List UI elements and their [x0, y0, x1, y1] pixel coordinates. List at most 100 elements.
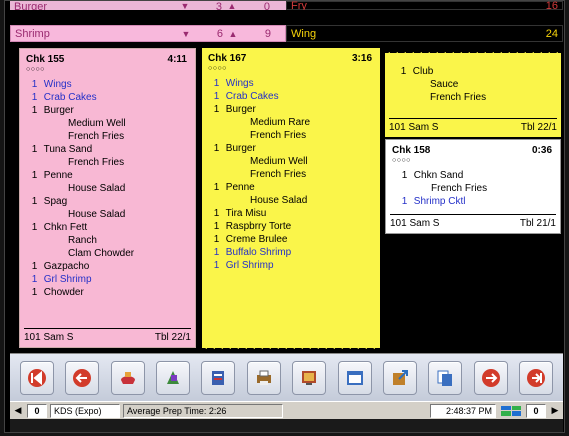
display-icon	[298, 367, 320, 389]
ticket-chk-155[interactable]: Chk 155 4:11 ○○○○ 1 Wings 1 Crab Cakes 1 B…	[19, 48, 196, 348]
copy-button[interactable]	[428, 360, 463, 395]
order-item[interactable]: 1 Penne	[210, 181, 380, 194]
item-name: Wings	[43, 79, 72, 90]
item-qty: 1	[213, 78, 220, 89]
item-modifier[interactable]: French Fries	[210, 168, 380, 181]
item-qty: 1	[213, 143, 220, 154]
dropdown-arrow-icon[interactable]: ▼	[171, 29, 201, 39]
item-modifier[interactable]: Medium Rare	[210, 116, 380, 129]
dropdown-arrow-icon[interactable]: ▼	[170, 1, 200, 10]
previous-button[interactable]	[65, 360, 100, 395]
order-item[interactable]: 1 Tira Misu	[210, 207, 380, 220]
printer-button[interactable]	[246, 360, 281, 395]
item-name: Burger	[43, 105, 74, 116]
order-item[interactable]: 1 Wings	[210, 77, 380, 90]
server-name: 101 Sam S	[24, 332, 74, 343]
order-item[interactable]: 1 Penne	[28, 169, 195, 182]
summary-qty-b: 0	[263, 1, 270, 10]
item-modifier[interactable]: House Salad	[210, 194, 380, 207]
exit-button[interactable]	[519, 360, 554, 395]
bump-button[interactable]	[110, 360, 145, 395]
item-qty: 1	[31, 274, 38, 285]
order-item[interactable]: 1 Tuna Sand	[28, 143, 195, 156]
first-page-button[interactable]	[19, 360, 54, 395]
item-name: Chkn Sand	[413, 170, 464, 181]
ticket-footer: 101 Sam S Tbl 22/1	[24, 328, 191, 344]
item-name: Gazpacho	[43, 261, 90, 272]
recall-button[interactable]	[155, 360, 190, 395]
item-modifier[interactable]: French Fries	[28, 130, 195, 143]
exit-icon	[525, 367, 547, 389]
item-qty: 1	[31, 196, 38, 207]
item-modifier[interactable]: French Fries	[210, 129, 380, 142]
item-name: Chkn Fett	[43, 222, 88, 233]
summary-icon	[207, 367, 229, 389]
order-item[interactable]: 1 Club	[397, 65, 561, 78]
export-button[interactable]	[382, 360, 417, 395]
next-button[interactable]	[473, 360, 508, 395]
copy-icon	[434, 367, 456, 389]
window-button[interactable]	[337, 360, 372, 395]
order-item[interactable]: 1 Creme Brulee	[210, 233, 380, 246]
action-toolbar	[10, 353, 563, 401]
order-item[interactable]: 1 Chkn Fett	[28, 221, 195, 234]
order-item[interactable]: 1 Grl Shrimp	[28, 273, 195, 286]
order-item[interactable]: 1 Shrimp Cktl	[398, 195, 560, 208]
summary-left: Burger ▼ 3 ▲ 0	[10, 1, 286, 10]
item-modifier[interactable]: Ranch	[28, 234, 195, 247]
item-modifier[interactable]: Medium Well	[210, 155, 380, 168]
average-prep-time: Average Prep Time: 2:26	[123, 403, 283, 418]
elapsed-time: 0:36	[531, 145, 552, 156]
scroll-right-icon[interactable]: ▶	[549, 404, 561, 418]
item-name: Crab Cakes	[225, 91, 279, 102]
ticket-footer: 101 Sam S Tbl 22/1	[389, 118, 557, 134]
order-item[interactable]: 1 Gazpacho	[28, 260, 195, 273]
order-item[interactable]: 1 Burger	[210, 142, 380, 155]
item-modifier[interactable]: House Salad	[28, 182, 195, 195]
item-modifier[interactable]: Clam Chowder	[28, 247, 195, 260]
order-item[interactable]: 1 Raspbrry Torte	[210, 220, 380, 233]
summary-row[interactable]: Burger ▼ 3 ▲ 0 Fry 16	[10, 1, 563, 10]
ticket-items: 1 Club Sauce French Fries	[385, 53, 561, 104]
item-modifier[interactable]: House Salad	[28, 208, 195, 221]
order-item[interactable]: 1 Grl Shrimp	[210, 259, 380, 272]
item-qty: 1	[31, 105, 38, 116]
order-item[interactable]: 1 Burger	[28, 104, 195, 117]
layout-grid-icon[interactable]	[499, 404, 523, 418]
item-modifier[interactable]: French Fries	[398, 182, 560, 195]
item-summary-strip: Burger ▼ 3 ▲ 0 Fry 16 Shrimp ▼ 6 ▲ 9 Win…	[10, 1, 563, 42]
display-button[interactable]	[292, 360, 327, 395]
order-item[interactable]: 1 Spag	[28, 195, 195, 208]
item-modifier[interactable]: French Fries	[397, 91, 561, 104]
printer-icon	[253, 367, 275, 389]
ticket-chk-167[interactable]: Chk 167 3:16 ○○○○ 1 Wings 1 Crab Cakes 1 B…	[202, 48, 380, 353]
summary-row[interactable]: Shrimp ▼ 6 ▲ 9 Wing 24	[10, 25, 563, 42]
ticket-header: Chk 155 4:11	[20, 49, 195, 66]
item-modifier[interactable]: French Fries	[28, 156, 195, 169]
summary-button[interactable]	[201, 360, 236, 395]
summary-right: Fry 16	[286, 1, 563, 10]
summary-right: Wing 24	[286, 25, 563, 42]
order-item[interactable]: 1 Burger	[210, 103, 380, 116]
ticket-footer: 101 Sam S Tbl 21/1	[390, 214, 556, 230]
order-item[interactable]: 1 Crab Cakes	[28, 91, 195, 104]
item-qty: 1	[401, 196, 408, 207]
order-item[interactable]: 1 Buffalo Shrimp	[210, 246, 380, 259]
item-qty: 1	[401, 170, 408, 181]
ticket-chk-158[interactable]: Chk 158 0:36 ○○○○ 1 Chkn Sand French Frie…	[385, 139, 561, 234]
ticket-continued[interactable]: 1 Club Sauce French Fries 101 Sam S Tbl 22…	[385, 48, 561, 137]
seat-dots: ○○○○	[208, 65, 227, 72]
order-item[interactable]: 1 Chowder	[28, 286, 195, 299]
scroll-left-icon[interactable]: ◀	[12, 404, 24, 418]
item-name: Raspbrry Torte	[225, 221, 292, 232]
item-modifier[interactable]: Sauce	[397, 78, 561, 91]
back-arrow-icon	[71, 367, 93, 389]
item-modifier[interactable]: Medium Well	[28, 117, 195, 130]
order-item[interactable]: 1 Crab Cakes	[210, 90, 380, 103]
recall-icon	[162, 367, 184, 389]
order-item[interactable]: 1 Chkn Sand	[398, 169, 560, 182]
station-name: KDS (Expo)	[50, 403, 120, 418]
order-item[interactable]: 1 Wings	[28, 78, 195, 91]
item-qty: 1	[31, 79, 38, 90]
item-qty: 1	[31, 222, 38, 233]
